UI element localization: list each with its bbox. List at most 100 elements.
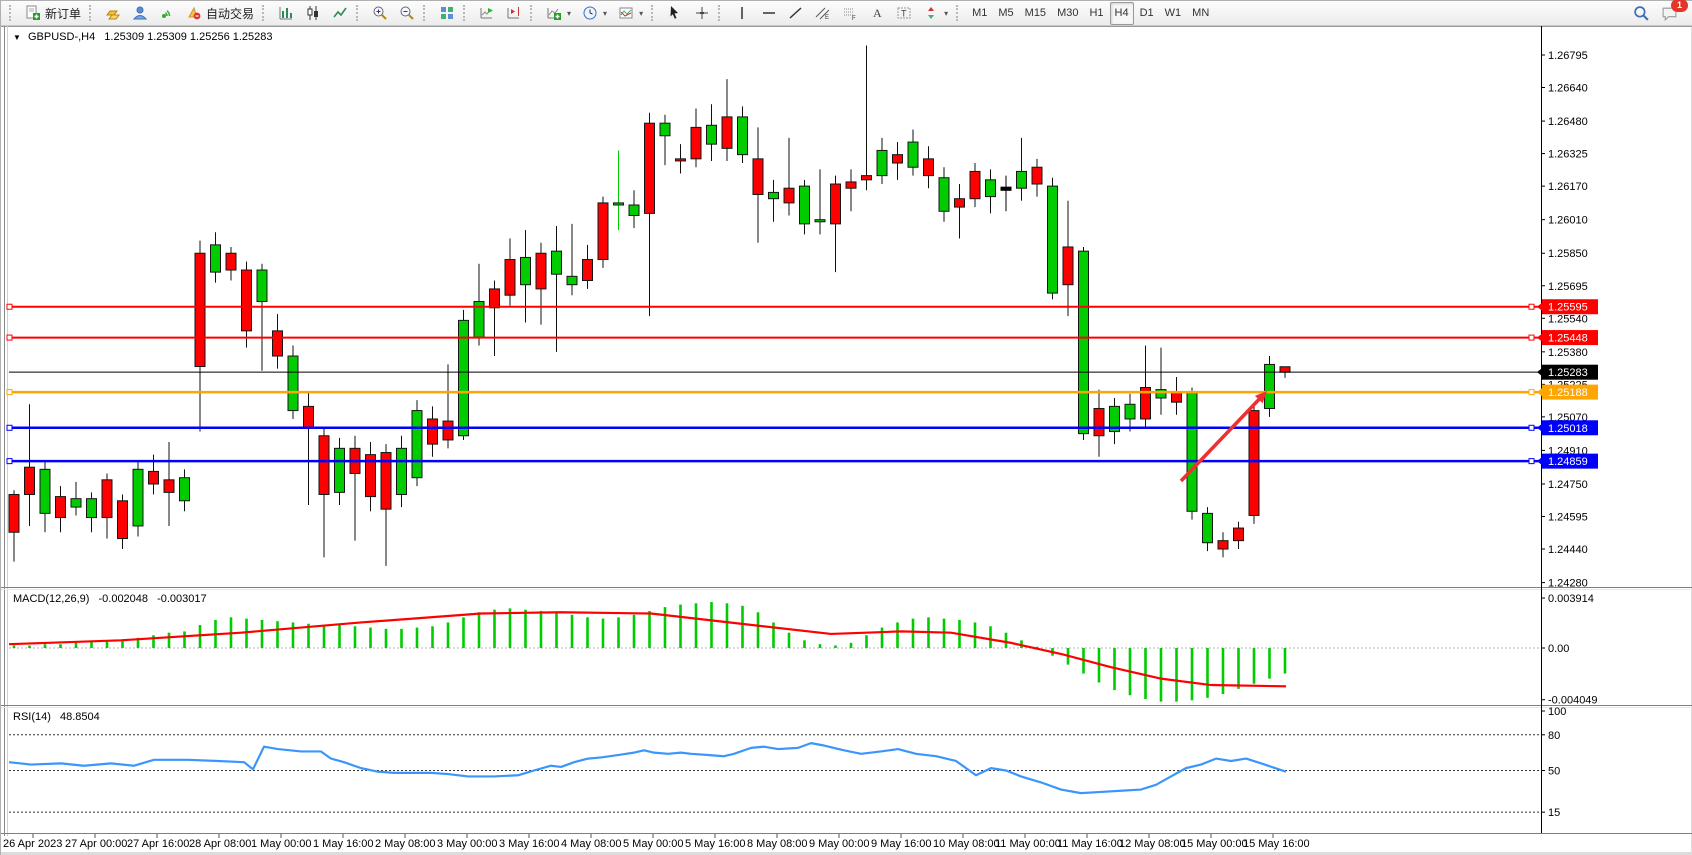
line-handle[interactable] [1529,425,1534,430]
candle [1187,388,1197,520]
toolbar-grip[interactable] [9,5,15,21]
new-order-label: 新订单 [45,5,81,22]
price-tick-label: 1.26170 [1548,181,1588,193]
line-handle[interactable] [7,304,12,309]
price-badge-label: 1.24859 [1548,456,1588,468]
price-badge-label: 1.25595 [1548,302,1588,314]
rsi-tick-label: 50 [1548,766,1560,778]
candle [1079,247,1089,440]
chart-bars-button[interactable] [273,2,299,25]
line-handle[interactable] [1529,459,1534,464]
candle [598,197,608,268]
chevron-down-icon[interactable]: ▾ [639,9,643,18]
time-tick-label: 5 May 00:00 [623,838,684,850]
time-tick-label: 4 May 08:00 [561,838,622,850]
toolbar-grip[interactable] [530,5,536,21]
gold-button[interactable] [100,2,126,25]
new-chart-button[interactable]: ▾ [541,2,576,25]
toolbar-grip[interactable] [718,5,724,21]
line-handle[interactable] [1529,335,1534,340]
price-tick-label: 1.25850 [1548,248,1588,260]
timeframe-m30-button[interactable]: M30 [1052,2,1083,25]
periods-button[interactable]: ▾ [577,2,612,25]
toolbar-grip[interactable] [956,5,962,21]
candlestick-icon [305,5,321,21]
horizontal-line-icon [761,5,777,21]
line-handle[interactable] [1529,390,1534,395]
equidistant-channel-button[interactable]: E [810,2,836,25]
tile-windows-icon [439,5,455,21]
line-handle[interactable] [7,390,12,395]
chevron-down-icon[interactable]: ▾ [567,9,571,18]
time-tick-label: 27 Apr 16:00 [127,838,189,850]
horizontal-line-button[interactable] [756,2,782,25]
cursor-icon [667,5,683,21]
toolbar-grip[interactable] [89,5,95,21]
fibonacci-button[interactable]: F [837,2,863,25]
trendline-button[interactable] [783,2,809,25]
text-label-button[interactable]: T [891,2,917,25]
chart-window[interactable]: 1.267951.266401.264801.263251.261701.260… [1,26,1692,855]
chart-candles-button[interactable] [300,2,326,25]
tile-windows-button[interactable] [434,2,460,25]
toolbar-grip[interactable] [463,5,469,21]
time-tick-label: 27 Apr 00:00 [65,838,127,850]
line-chart-icon [332,5,348,21]
autotrade-icon [186,5,202,21]
line-handle[interactable] [1529,304,1534,309]
timeframe-mn-button[interactable]: MN [1187,2,1214,25]
autotrade-button[interactable]: 自动交易 [181,2,259,25]
rsi-tick-label: 15 [1548,807,1560,819]
rsi-tick-label: 100 [1548,706,1566,718]
toolbar-grip[interactable] [262,5,268,21]
timeframe-w1-button[interactable]: W1 [1160,2,1187,25]
chart-line-button[interactable] [327,2,353,25]
svg-text:A: A [873,6,882,20]
price-tick-label: 1.26480 [1548,116,1588,128]
templates-button[interactable]: ▾ [613,2,648,25]
text-button[interactable]: A [864,2,890,25]
search-icon [1633,5,1650,22]
new-order-icon [25,5,41,21]
chevron-down-icon[interactable]: ▾ [603,9,607,18]
vertical-line-button[interactable] [729,2,755,25]
time-tick-label: 1 May 16:00 [313,838,374,850]
cursor-button[interactable] [662,2,688,25]
time-tick-label: 10 May 08:00 [933,838,1000,850]
new-order-button[interactable]: 新订单 [20,2,86,25]
time-tick-label: 15 May 16:00 [1243,838,1310,850]
line-handle[interactable] [7,425,12,430]
chart-canvas[interactable]: 1.267951.266401.264801.263251.261701.260… [1,26,1692,855]
crosshair-button[interactable] [689,2,715,25]
macd-tick-label: -0.004049 [1548,695,1598,707]
zoom-in-button[interactable] [367,2,393,25]
svg-text:E: E [825,15,829,21]
toolbar-grip[interactable] [356,5,362,21]
line-handle[interactable] [7,335,12,340]
toolbar-grip[interactable] [651,5,657,21]
auto-scroll-button[interactable] [474,2,500,25]
chart-shift-button[interactable] [501,2,527,25]
toolbar-grip[interactable] [423,5,429,21]
line-handle[interactable] [7,459,12,464]
timeframe-m15-button[interactable]: M15 [1020,2,1051,25]
fibonacci-icon: F [842,5,858,21]
autotrade-label: 自动交易 [206,5,254,22]
timeframe-d1-button[interactable]: D1 [1135,2,1159,25]
zoom-out-button[interactable] [394,2,420,25]
timeframe-h1-button[interactable]: H1 [1084,2,1108,25]
chevron-down-icon[interactable]: ▾ [944,9,948,18]
timeframe-m1-button[interactable]: M1 [967,2,992,25]
community-button[interactable] [127,2,153,25]
price-tick-label: 1.25380 [1548,347,1588,359]
timeframe-m5-button[interactable]: M5 [993,2,1018,25]
arrows-button[interactable]: ▾ [918,2,953,25]
timeframe-h4-button[interactable]: H4 [1110,2,1134,25]
chat-button[interactable]: 1 [1656,2,1683,25]
candle [288,346,298,419]
signal-button[interactable] [154,2,180,25]
trendline-icon [788,5,804,21]
zoom-out-icon [399,5,415,21]
search-button[interactable] [1628,2,1655,25]
bar-chart-icon [278,5,294,21]
